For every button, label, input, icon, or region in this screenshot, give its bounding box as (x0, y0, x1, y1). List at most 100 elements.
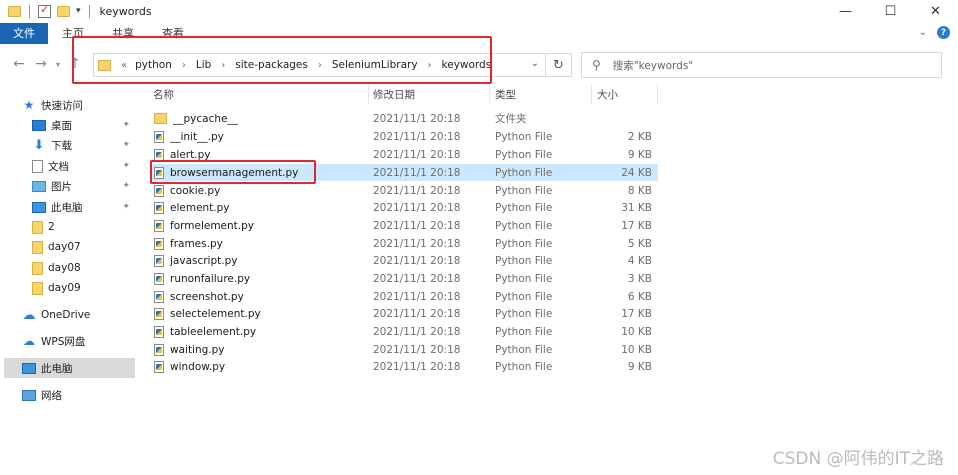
python-file-icon (154, 325, 164, 338)
file-date: 2021/11/1 20:18 (373, 325, 461, 338)
list-item[interactable]: javascript.py 2021/11/1 20:18 Python Fil… (150, 252, 658, 269)
list-item[interactable]: runonfailure.py 2021/11/1 20:18 Python F… (150, 270, 658, 287)
sidebar-item-label: 文档 (48, 160, 69, 173)
sidebar-item-folder-2[interactable]: 2 (32, 217, 136, 237)
quick-access-toolbar: ▾ (0, 3, 92, 18)
file-size: 6 KB (627, 290, 652, 303)
sidebar-item-day09[interactable]: day09 (32, 278, 136, 298)
pin-icon[interactable]: ✦ (122, 181, 130, 191)
file-name-text: selectelement.py (170, 307, 261, 320)
sidebar-item-documents[interactable]: 文档 ✦ (32, 156, 136, 176)
file-date: 2021/11/1 20:18 (373, 272, 461, 285)
column-header-date[interactable]: 修改日期 (373, 84, 415, 104)
expand-ribbon-icon[interactable]: ⌄ (919, 27, 927, 38)
sidebar-item-pictures[interactable]: 图片 ✦ (32, 176, 136, 196)
file-type: Python File (495, 237, 553, 250)
sidebar-item-label: WPS网盘 (41, 335, 86, 348)
sidebar-item-desktop[interactable]: 桌面 ✦ (32, 115, 136, 135)
sidebar-item-quick-access[interactable]: ★ 快速访问 (22, 95, 136, 115)
list-item[interactable]: formelement.py 2021/11/1 20:18 Python Fi… (150, 217, 658, 234)
file-name: alert.py (154, 148, 210, 161)
list-item[interactable]: screenshot.py 2021/11/1 20:18 Python Fil… (150, 288, 658, 305)
file-date: 2021/11/1 20:18 (373, 201, 461, 214)
pin-icon[interactable]: ✦ (122, 202, 130, 212)
file-name: waiting.py (154, 343, 225, 356)
file-type: Python File (495, 307, 553, 320)
customize-toolbar-icon[interactable]: ▾ (76, 6, 81, 16)
list-item[interactable]: __init__.py 2021/11/1 20:18 Python File … (150, 128, 658, 145)
close-button[interactable]: ✕ (913, 0, 958, 22)
file-date: 2021/11/1 20:18 (373, 219, 461, 232)
sidebar-item-day07[interactable]: day07 (32, 237, 136, 257)
document-icon (32, 159, 43, 173)
file-name-text: tableelement.py (170, 325, 257, 338)
highlight-box-address (72, 36, 492, 84)
column-divider[interactable] (489, 84, 490, 104)
list-item[interactable]: cookie.py 2021/11/1 20:18 Python File 8 … (150, 182, 658, 199)
list-item[interactable]: waiting.py 2021/11/1 20:18 Python File 1… (150, 341, 658, 358)
sidebar-item-label: 图片 (51, 180, 72, 193)
list-item[interactable]: selectelement.py 2021/11/1 20:18 Python … (150, 305, 658, 322)
list-item[interactable]: __pycache__ 2021/11/1 20:18 文件夹 (150, 110, 658, 127)
file-name: tableelement.py (154, 325, 257, 338)
sidebar-item-label: 此电脑 (41, 362, 73, 375)
address-dropdown-icon[interactable]: ⌄ (531, 58, 539, 69)
file-size: 24 KB (621, 166, 652, 179)
maximize-button[interactable]: ☐ (868, 0, 913, 22)
file-date: 2021/11/1 20:18 (373, 148, 461, 161)
file-name-text: window.py (170, 360, 226, 373)
refresh-button[interactable]: ↻ (546, 53, 572, 77)
column-divider[interactable] (591, 84, 592, 104)
sidebar-item-label: 桌面 (51, 119, 72, 132)
column-header-name[interactable]: 名称 (153, 84, 174, 104)
search-input[interactable]: ⚲ 搜索"keywords" (581, 52, 942, 78)
sidebar-item-onedrive[interactable]: ☁ OneDrive (22, 305, 136, 325)
file-type: 文件夹 (495, 113, 527, 125)
file-name: __init__.py (154, 130, 224, 143)
sidebar-item-downloads[interactable]: ⬇ 下载 ✦ (32, 135, 136, 155)
python-file-icon (154, 184, 164, 197)
column-header-type[interactable]: 类型 (495, 84, 516, 104)
new-folder-icon[interactable] (57, 5, 70, 17)
file-name: cookie.py (154, 184, 220, 197)
toolbar-divider (29, 4, 30, 18)
file-date: 2021/11/1 20:18 (373, 130, 461, 143)
search-placeholder: 搜索"keywords" (612, 59, 694, 72)
list-item[interactable]: element.py 2021/11/1 20:18 Python File 3… (150, 199, 658, 216)
file-size: 9 KB (627, 148, 652, 161)
recent-locations-icon[interactable]: ▾ (52, 60, 64, 69)
sidebar-item-this-pc-quick[interactable]: 此电脑 ✦ (32, 197, 136, 217)
sidebar-item-this-pc[interactable]: 此电脑 (4, 358, 135, 378)
file-date: 2021/11/1 20:18 (373, 254, 461, 267)
list-item[interactable]: frames.py 2021/11/1 20:18 Python File 5 … (150, 235, 658, 252)
column-divider[interactable] (368, 84, 369, 104)
desktop-icon (32, 119, 46, 131)
minimize-button[interactable]: — (823, 0, 868, 22)
python-file-icon (154, 272, 164, 285)
forward-arrow-icon[interactable]: → (30, 56, 52, 72)
refresh-icon: ↻ (553, 57, 564, 73)
window-title: keywords (99, 4, 152, 18)
python-file-icon (154, 130, 164, 143)
list-item[interactable]: window.py 2021/11/1 20:18 Python File 9 … (150, 358, 658, 375)
back-arrow-icon[interactable]: ← (8, 56, 30, 72)
column-divider[interactable] (657, 84, 658, 104)
computer-icon (32, 201, 46, 213)
computer-icon (22, 362, 36, 374)
navigation-pane: ★ 快速访问 桌面 ✦ ⬇ 下载 ✦ 文档 ✦ 图片 ✦ 此电脑 ✦ 2 day… (0, 84, 140, 475)
pin-icon[interactable]: ✦ (122, 161, 130, 171)
file-name-text: runonfailure.py (170, 272, 251, 285)
list-item[interactable]: tableelement.py 2021/11/1 20:18 Python F… (150, 323, 658, 340)
folder-icon (8, 5, 21, 17)
properties-icon[interactable] (38, 3, 51, 18)
file-type: Python File (495, 201, 553, 214)
python-file-icon (154, 148, 164, 161)
sidebar-item-network[interactable]: 网络 (22, 385, 136, 405)
tab-file[interactable]: 文件 (0, 22, 48, 44)
sidebar-item-wps-cloud[interactable]: ☁ WPS网盘 (22, 331, 136, 351)
sidebar-item-day08[interactable]: day08 (32, 258, 136, 278)
help-icon[interactable]: ? (937, 26, 950, 39)
pin-icon[interactable]: ✦ (122, 140, 130, 150)
pin-icon[interactable]: ✦ (122, 120, 130, 130)
column-header-size[interactable]: 大小 (597, 84, 618, 104)
